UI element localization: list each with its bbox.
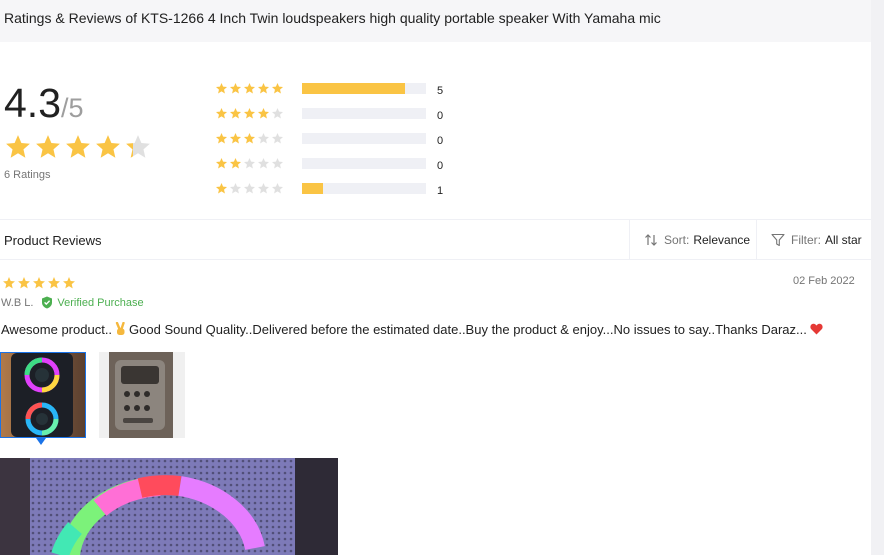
distribution-bar [302,183,426,194]
average-value: 4.3 [4,80,61,126]
average-out-of: /5 [61,93,84,123]
review-text: Awesome product.. Good Sound Quality..Del… [1,321,826,339]
sort-dropdown[interactable]: Sort: Relevance [629,220,756,260]
distribution-row-3-star: 0 [215,126,443,151]
review-stars [2,276,76,290]
star-empty-icon [243,157,256,169]
average-score: 4.3/5 [4,80,84,127]
distribution-bar-fill [302,83,405,94]
review-text-part2: Good Sound Quality..Delivered before the… [129,322,807,337]
filter-dropdown[interactable]: Filter: All star [756,220,871,260]
distribution-stars [215,182,302,195]
star-empty-icon [257,157,270,169]
filter-value: All star [825,233,862,247]
star-full-icon [229,132,242,144]
reviewer-info: W.B L. Verified Purchase [1,296,144,309]
distribution-count: 1 [437,184,444,197]
star-full-icon [3,277,15,289]
star-full-icon [243,107,256,119]
verified-shield-icon [42,296,53,309]
distribution-row-2-star: 0 [215,151,443,176]
distribution-stars [215,132,302,145]
star-full-icon [18,277,30,289]
distribution-stars [215,82,302,95]
red-heart-icon [810,323,823,338]
distribution-bar [302,133,426,144]
star-empty-icon [257,182,270,194]
star-full-icon [36,135,60,158]
star-empty-icon [271,182,284,194]
star-full-icon [215,157,228,169]
distribution-bar [302,83,426,94]
review-thumbnail-2[interactable] [99,352,185,438]
sort-value: Relevance [693,233,751,247]
star-full-icon [66,135,90,158]
ratings-count: 6 Ratings [4,169,51,181]
review-photo-large[interactable] [0,458,338,555]
star-full-icon [271,82,284,94]
filter-icon [771,233,785,247]
star-empty-icon [271,107,284,119]
distribution-bar [302,158,426,169]
review-thumbnail-1[interactable] [0,352,86,438]
speaker-light-ring-photo [0,458,338,555]
review-date: 02 Feb 2022 [793,275,855,287]
star-full-icon [229,157,242,169]
review-text-part1: Awesome product.. [1,322,113,337]
distribution-row-5-star: 5 [215,76,443,101]
star-full-icon [96,135,120,158]
star-full-icon [243,132,256,144]
rating-distribution: 5 0 0 0 1 [215,76,443,201]
reviews-header-label: Product Reviews [4,233,102,248]
star-full-icon [229,82,242,94]
star-empty-icon [229,182,242,194]
victory-hand-icon [115,321,126,339]
distribution-bar [302,108,426,119]
distribution-bar-fill [302,183,324,194]
star-full-icon [215,82,228,94]
star-half-icon [126,135,150,158]
verified-label: Verified Purchase [57,296,144,309]
star-full-icon [215,107,228,119]
star-full-icon [257,82,270,94]
page-title: Ratings & Reviews of KTS-1266 4 Inch Twi… [4,10,661,26]
star-full-icon [215,182,228,194]
star-full-icon [229,107,242,119]
speaker-front-photo [1,353,85,437]
star-full-icon [257,107,270,119]
distribution-count: 0 [437,134,444,147]
star-full-icon [33,277,45,289]
average-stars [4,133,152,161]
verified-badge: Verified Purchase [41,296,144,309]
title-bar: Ratings & Reviews of KTS-1266 4 Inch Twi… [0,0,871,42]
distribution-stars [215,157,302,170]
star-full-icon [243,82,256,94]
star-full-icon [48,277,60,289]
distribution-stars [215,107,302,120]
selected-thumbnail-indicator [36,438,46,445]
speaker-back-photo [99,352,185,438]
distribution-row-4-star: 0 [215,101,443,126]
star-empty-icon [243,182,256,194]
star-full-icon [63,277,75,289]
reviewer-name: W.B L. [1,296,34,309]
sort-label: Sort: [664,233,690,247]
star-empty-icon [257,132,270,144]
star-empty-icon [271,132,284,144]
filter-label: Filter: [791,233,821,247]
distribution-count: 0 [437,109,444,122]
distribution-count: 0 [437,159,444,172]
reviews-header: Product Reviews Sort: Relevance Filter: … [0,219,871,260]
star-full-icon [215,132,228,144]
sort-icon [645,234,657,246]
distribution-count: 5 [437,84,444,97]
page-scrollbar[interactable] [871,0,884,555]
ratings-reviews-page: Ratings & Reviews of KTS-1266 4 Inch Twi… [0,0,871,555]
star-empty-icon [271,157,284,169]
distribution-row-1-star: 1 [215,176,443,201]
star-full-icon [6,135,30,158]
